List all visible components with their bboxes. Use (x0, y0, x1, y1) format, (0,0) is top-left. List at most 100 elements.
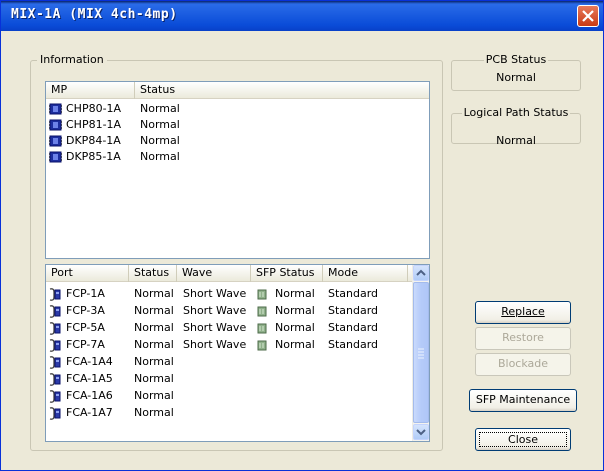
mp-status: Normal (140, 134, 180, 147)
window-title: MIX-1A (MIX 4ch-4mp) (11, 7, 178, 22)
pcb-status-value: Normal (496, 71, 536, 84)
port-status: Normal (134, 372, 174, 385)
mp-name: CHP80-1A (66, 102, 122, 115)
port-list-scrollbar[interactable] (412, 265, 429, 441)
port-wave: Short Wave (183, 321, 247, 334)
port-list-row[interactable]: FCA-1A5 Normal (46, 371, 412, 387)
mp-status: Normal (140, 118, 180, 131)
port-name: FCP-1A (66, 287, 105, 300)
processor-chip-icon (49, 151, 62, 163)
port-mode: Standard (328, 304, 379, 317)
pcb-status-group: PCB Status Normal (451, 53, 581, 91)
port-sfp-status: Normal (275, 304, 315, 317)
sfp-module-icon (257, 340, 267, 351)
mp-name: DKP85-1A (66, 150, 121, 163)
port-sfp-status: Normal (275, 321, 315, 334)
processor-chip-icon (49, 103, 62, 115)
port-name: FCA-1A7 (66, 406, 113, 419)
mp-list-row[interactable]: CHP80-1A Normal (46, 101, 429, 117)
port-column-header[interactable]: Port (46, 265, 129, 282)
port-list-row[interactable]: FCA-1A7 Normal (46, 405, 412, 421)
sfp-maintenance-button-label: SFP Maintenance (475, 393, 571, 406)
port-list-row[interactable]: FCP-3A Normal Short Wave Normal Standard (46, 303, 412, 319)
port-wave: Short Wave (183, 304, 247, 317)
mp-list-header: MP Status (46, 82, 429, 99)
close-button[interactable]: Close (475, 428, 571, 451)
port-connector-icon (49, 373, 61, 386)
scroll-down-button[interactable] (413, 424, 429, 440)
port-sfp-status: Normal (275, 338, 315, 351)
port-status: Normal (134, 321, 174, 334)
port-status: Normal (134, 355, 174, 368)
mp-list-row[interactable]: DKP85-1A Normal (46, 149, 429, 165)
sfp-module-icon (257, 323, 267, 334)
scroll-thumb[interactable] (413, 282, 429, 423)
sfp-maintenance-button[interactable]: SFP Maintenance (469, 389, 577, 412)
window-close-button[interactable] (577, 5, 599, 27)
sfp-status-column-header[interactable]: SFP Status (251, 265, 323, 282)
port-connector-icon (49, 288, 61, 301)
port-status: Normal (134, 338, 174, 351)
blockade-button[interactable]: Blockade (475, 353, 571, 376)
dialog-window: MIX-1A (MIX 4ch-4mp) Information MP Stat… (0, 0, 604, 471)
blockade-button-label: Blockade (497, 357, 549, 370)
port-connector-icon (49, 339, 61, 352)
port-status-column-header[interactable]: Status (129, 265, 177, 282)
close-icon (582, 10, 594, 22)
mode-column-header[interactable]: Mode (323, 265, 408, 282)
port-connector-icon (49, 407, 61, 420)
port-mode: Standard (328, 287, 379, 300)
port-name: FCP-5A (66, 321, 105, 334)
port-wave: Short Wave (183, 338, 247, 351)
sfp-module-icon (257, 306, 267, 317)
mp-list-row[interactable]: CHP81-1A Normal (46, 117, 429, 133)
mp-status: Normal (140, 102, 180, 115)
port-connector-icon (49, 305, 61, 318)
port-mode: Standard (328, 338, 379, 351)
processor-chip-icon (49, 119, 62, 131)
logical-path-status-value: Normal (496, 134, 536, 147)
pcb-status-title: PCB Status (483, 53, 549, 66)
mp-status-column-header[interactable]: Status (135, 82, 255, 99)
port-sfp-status: Normal (275, 287, 315, 300)
port-status: Normal (134, 389, 174, 402)
port-connector-icon (49, 322, 61, 335)
port-list-row[interactable]: FCP-7A Normal Short Wave Normal Standard (46, 337, 412, 353)
mp-name: CHP81-1A (66, 118, 122, 131)
port-list[interactable]: Port Status Wave SFP Status Mode FCP-1A N… (45, 264, 430, 442)
close-button-label: Close (508, 433, 538, 446)
port-mode: Standard (328, 321, 379, 334)
scroll-up-button[interactable] (413, 265, 429, 281)
processor-chip-icon (49, 135, 62, 147)
port-list-row[interactable]: FCP-5A Normal Short Wave Normal Standard (46, 320, 412, 336)
port-list-row[interactable]: FCA-1A4 Normal (46, 354, 412, 370)
wave-column-header[interactable]: Wave (177, 265, 251, 282)
port-name: FCA-1A6 (66, 389, 113, 402)
port-name: FCA-1A5 (66, 372, 113, 385)
port-status: Normal (134, 287, 174, 300)
title-bar[interactable]: MIX-1A (MIX 4ch-4mp) (1, 1, 603, 31)
port-name: FCA-1A4 (66, 355, 113, 368)
port-list-header: Port Status Wave SFP Status Mode (46, 265, 412, 282)
restore-button[interactable]: Restore (475, 327, 571, 350)
replace-button-label: Replace (501, 305, 545, 318)
sfp-module-icon (257, 289, 267, 300)
grip-icon (418, 348, 424, 359)
port-name: FCP-3A (66, 304, 105, 317)
mp-list-row[interactable]: DKP84-1A Normal (46, 133, 429, 149)
mp-list[interactable]: MP Status CHP80-1A Normal CHP81-1A Normal DK… (45, 81, 430, 259)
port-name: FCP-7A (66, 338, 105, 351)
mp-column-header[interactable]: MP (46, 82, 135, 99)
port-connector-icon (49, 390, 61, 403)
port-connector-icon (49, 356, 61, 369)
restore-button-label: Restore (502, 331, 544, 344)
port-wave: Short Wave (183, 287, 247, 300)
port-list-row[interactable]: FCP-1A Normal Short Wave Normal Standard (46, 286, 412, 302)
mp-status: Normal (140, 150, 180, 163)
chevron-down-icon (416, 429, 426, 436)
logical-path-status-group: Logical Path Status Normal (451, 106, 581, 147)
replace-button[interactable]: Replace (475, 301, 571, 324)
port-list-row[interactable]: FCA-1A6 Normal (46, 388, 412, 404)
logical-path-status-title: Logical Path Status (461, 106, 571, 119)
port-status: Normal (134, 304, 174, 317)
